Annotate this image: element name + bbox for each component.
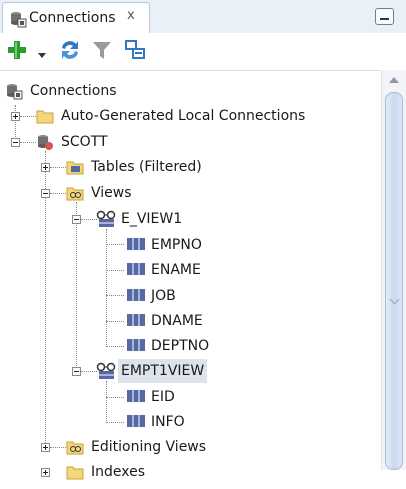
tree-guide-line <box>81 371 97 372</box>
scroll-up-icon[interactable] <box>386 73 402 87</box>
tree-guide-line <box>50 167 66 168</box>
expand-toggle[interactable] <box>41 163 50 172</box>
collapse-toggle[interactable] <box>72 215 81 224</box>
tree-guide-line <box>15 105 16 141</box>
tree-guide-line <box>106 321 124 322</box>
tree-guide-line <box>106 244 124 245</box>
collapse-toggle[interactable] <box>41 189 50 198</box>
tree-node-label: EMPT1VIEW <box>118 359 208 383</box>
collapse-toggle[interactable] <box>11 138 20 147</box>
tree-node-label: EMPNO <box>151 237 202 253</box>
tree-node-views[interactable]: Views <box>66 181 135 205</box>
expand-toggle[interactable] <box>41 468 50 477</box>
tree-node-column[interactable]: DEPTNO <box>126 334 212 358</box>
tree-node-label: Views <box>91 185 132 201</box>
tree-guide-line <box>106 270 124 271</box>
tree-node-label: ENAME <box>151 262 201 278</box>
tree-guide-line <box>20 116 36 117</box>
tree-node-label: EID <box>151 389 175 405</box>
tree-node-label: JOB <box>151 288 176 304</box>
tree-guide-line <box>76 202 77 372</box>
tree-node-column[interactable]: ENAME <box>126 258 204 282</box>
tree-node-column[interactable]: EID <box>126 385 178 409</box>
folder-icon <box>36 107 54 125</box>
tree-guide-line <box>106 346 124 347</box>
tree-node-editioning-views[interactable]: Editioning Views <box>66 435 209 459</box>
connections-icon <box>9 10 27 32</box>
tab-strip: Connections x <box>0 0 406 34</box>
tree-guide-line <box>50 193 66 194</box>
tree-node-label: DEPTNO <box>151 338 210 354</box>
folder-icon <box>66 463 84 481</box>
view-icon <box>96 362 116 380</box>
column-icon <box>126 287 145 305</box>
tree-guide-line <box>106 229 107 347</box>
tree-node-auto-generated[interactable]: Auto-Generated Local Connections <box>36 104 308 128</box>
column-icon <box>126 388 145 406</box>
tree-node-label: Auto-Generated Local Connections <box>61 108 306 124</box>
tab-connections[interactable]: Connections x <box>2 2 150 33</box>
tree-node-tables[interactable]: Tables (Filtered) <box>66 155 205 179</box>
expand-toggle[interactable] <box>41 443 50 452</box>
tree-node-label: INFO <box>151 414 185 430</box>
tree-node-scott[interactable]: SCOTT <box>36 130 111 154</box>
connections-icon <box>5 82 23 100</box>
tables-folder-icon <box>66 158 84 176</box>
add-icon[interactable] <box>6 39 28 65</box>
tree-node-column[interactable]: JOB <box>126 284 179 308</box>
tree-node-indexes[interactable]: Indexes <box>66 460 148 484</box>
tree-node-empt1view[interactable]: EMPT1VIEW <box>96 359 208 383</box>
tree-node-e-view1[interactable]: E_VIEW1 <box>96 207 185 231</box>
expand-toggle[interactable] <box>11 112 20 121</box>
toolbar <box>0 33 406 69</box>
column-icon <box>126 337 145 355</box>
filter-icon[interactable] <box>91 39 113 65</box>
tree-guide-line <box>50 447 66 448</box>
tab-close-icon[interactable]: x <box>127 8 135 23</box>
tree-node-label: SCOTT <box>61 134 108 150</box>
vertical-scrollbar[interactable] <box>381 70 406 470</box>
tree-guide-line <box>106 397 124 398</box>
tree-node-label: Editioning Views <box>91 439 207 455</box>
column-icon <box>126 261 145 279</box>
tree-node-column[interactable]: EMPNO <box>126 233 205 257</box>
tree-node-connections[interactable]: Connections <box>5 79 120 103</box>
schema-browser-icon[interactable] <box>123 38 147 66</box>
tree-node-label: Tables (Filtered) <box>91 159 202 175</box>
tree-node-label: DNAME <box>151 313 203 329</box>
column-icon <box>126 413 145 431</box>
tree-guide-line <box>106 381 107 423</box>
tab-title: Connections <box>29 10 116 26</box>
tree-guide-line <box>106 422 124 423</box>
column-icon <box>126 236 145 254</box>
tree-guide-line <box>81 219 97 220</box>
database-connection-icon <box>36 133 54 151</box>
tree-guide-line <box>20 142 36 143</box>
views-folder-icon <box>66 184 84 202</box>
tree-guide-line <box>106 295 124 296</box>
tree-node-label: E_VIEW1 <box>121 211 183 227</box>
connections-tree: Connections Auto-Generated Local Connect… <box>0 70 380 480</box>
collapse-toggle[interactable] <box>72 367 81 376</box>
dropdown-arrow-icon[interactable] <box>38 47 46 63</box>
views-folder-icon <box>66 438 84 456</box>
refresh-icon[interactable] <box>58 38 82 66</box>
column-icon <box>126 312 145 330</box>
scrollbar-thumb[interactable] <box>385 92 403 470</box>
tree-node-column[interactable]: DNAME <box>126 309 206 333</box>
view-icon <box>96 210 116 228</box>
tree-node-label: Connections <box>30 83 117 99</box>
minimize-button[interactable] <box>375 8 394 25</box>
tree-node-label: Indexes <box>91 464 146 480</box>
tree-node-column[interactable]: INFO <box>126 410 188 434</box>
grip-icon <box>389 294 400 305</box>
